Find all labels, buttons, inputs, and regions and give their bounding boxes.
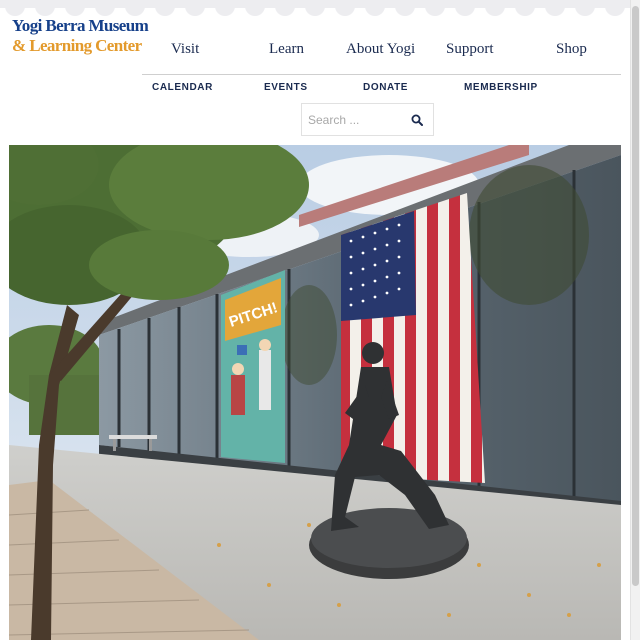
scrollbar-thumb[interactable] [632,6,639,586]
search-icon [411,114,423,126]
search-form [301,103,434,136]
subnav-item-calendar[interactable]: CALENDAR [152,82,213,93]
site-logo[interactable]: Yogi Berra Museum & Learning Center [10,16,149,64]
nav-item-shop[interactable]: Shop [556,41,587,58]
subnav-item-membership[interactable]: MEMBERSHIP [464,82,538,93]
logo-title-line1: Yogi Berra Museum [12,16,149,35]
nav-divider [142,74,621,75]
search-input[interactable] [303,105,403,134]
subnav-item-donate[interactable]: DONATE [363,82,408,93]
nav-item-visit[interactable]: Visit [171,41,199,58]
page-scrollbar[interactable] [630,0,640,640]
main-navigation: Visit Learn About Yogi Support Shop [142,32,622,72]
museum-exterior-photo: PITCH! [9,145,621,640]
nav-item-about-yogi[interactable]: About Yogi [346,41,415,58]
logo-title-line2: & Learning Center [12,36,142,55]
search-button[interactable] [406,110,428,130]
subnav-item-events[interactable]: EVENTS [264,82,308,93]
hero-image: PITCH! [9,145,621,640]
nav-item-support[interactable]: Support [446,41,494,58]
nav-item-learn[interactable]: Learn [269,41,304,58]
